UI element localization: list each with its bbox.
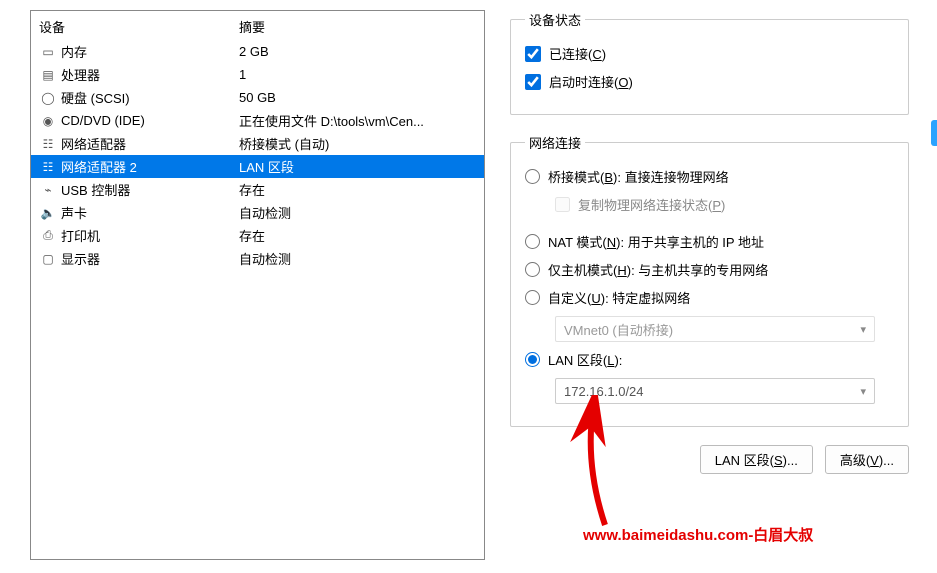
device-summary: LAN 区段 xyxy=(239,157,476,176)
chevron-down-icon: ▾ xyxy=(860,323,866,336)
device-label: 网络适配器 xyxy=(61,134,239,153)
device-summary: 50 GB xyxy=(239,90,476,105)
scrollbar-indicator[interactable] xyxy=(931,120,937,146)
lan-segment-dropdown[interactable]: 172.16.1.0/24 ▾ xyxy=(555,378,875,404)
device-summary: 自动检测 xyxy=(239,249,476,268)
device-label: 显示器 xyxy=(61,249,239,268)
replicate-state-checkbox xyxy=(555,197,570,212)
replicate-state-label: 复制物理网络连接状态(P) xyxy=(578,195,725,214)
memory-icon: ▭ xyxy=(39,45,57,59)
bridged-radio[interactable] xyxy=(525,169,540,184)
device-summary: 2 GB xyxy=(239,44,476,59)
device-row[interactable]: ▤ 处理器1 xyxy=(31,63,484,86)
device-label: 硬盘 (SCSI) xyxy=(61,88,239,107)
device-col-header: 设备 xyxy=(39,17,239,36)
device-row[interactable]: ☷ 网络适配器 2LAN 区段 xyxy=(31,155,484,178)
net-icon: ☷ xyxy=(39,137,57,151)
device-label: CD/DVD (IDE) xyxy=(61,113,239,128)
cd-icon: ◉ xyxy=(39,114,57,128)
lan-segment-label: LAN 区段(L): xyxy=(548,350,622,369)
device-status-legend: 设备状态 xyxy=(525,10,585,29)
device-summary: 正在使用文件 D:\tools\vm\Cen... xyxy=(239,111,476,130)
device-row[interactable]: ▭ 内存2 GB xyxy=(31,40,484,63)
bridged-label: 桥接模式(B): 直接连接物理网络 xyxy=(548,167,729,186)
watermark-text: www.baimeidashu.com-白眉大叔 xyxy=(583,524,813,545)
hostonly-radio[interactable] xyxy=(525,262,540,277)
device-row[interactable]: 🔈 声卡自动检测 xyxy=(31,201,484,224)
custom-radio[interactable] xyxy=(525,290,540,305)
net-icon: ☷ xyxy=(39,160,57,174)
device-label: 内存 xyxy=(61,42,239,61)
printer-icon: ⎙ xyxy=(39,228,57,243)
lan-segments-button[interactable]: LAN 区段(S)... xyxy=(700,445,813,474)
device-label: 网络适配器 2 xyxy=(61,157,239,176)
device-row[interactable]: ◯ 硬盘 (SCSI)50 GB xyxy=(31,86,484,109)
hostonly-label: 仅主机模式(H): 与主机共享的专用网络 xyxy=(548,260,768,279)
advanced-button[interactable]: 高级(V)... xyxy=(825,445,909,474)
connected-checkbox[interactable] xyxy=(525,46,541,62)
device-row[interactable]: ▢ 显示器自动检测 xyxy=(31,247,484,270)
chevron-down-icon: ▾ xyxy=(860,385,866,398)
nat-label: NAT 模式(N): 用于共享主机的 IP 地址 xyxy=(548,232,764,251)
device-list: 设备 摘要 ▭ 内存2 GB ▤ 处理器1 ◯ 硬盘 (SCSI)50 GB ◉ CD/DVD… xyxy=(30,10,485,560)
device-status-group: 设备状态 已连接(C) 启动时连接(O) xyxy=(510,10,909,115)
device-row[interactable]: ⎙ 打印机存在 xyxy=(31,224,484,247)
device-list-header: 设备 摘要 xyxy=(31,11,484,40)
lan-segment-value: 172.16.1.0/24 xyxy=(564,384,644,399)
device-label: 打印机 xyxy=(61,226,239,245)
network-connection-group: 网络连接 桥接模式(B): 直接连接物理网络 复制物理网络连接状态(P) NAT… xyxy=(510,133,909,427)
connect-on-start-checkbox[interactable] xyxy=(525,74,541,90)
connected-label: 已连接(C) xyxy=(549,44,606,63)
summary-col-header: 摘要 xyxy=(239,17,476,36)
nat-radio[interactable] xyxy=(525,234,540,249)
cpu-icon: ▤ xyxy=(39,68,57,82)
custom-label: 自定义(U): 特定虚拟网络 xyxy=(548,288,690,307)
device-row[interactable]: ◉ CD/DVD (IDE)正在使用文件 D:\tools\vm\Cen... xyxy=(31,109,484,132)
disk-icon: ◯ xyxy=(39,91,57,105)
network-connection-legend: 网络连接 xyxy=(525,133,585,152)
device-summary: 自动检测 xyxy=(239,203,476,222)
device-summary: 存在 xyxy=(239,226,476,245)
vmnet-dropdown: VMnet0 (自动桥接) ▾ xyxy=(555,316,875,342)
vmnet-value: VMnet0 (自动桥接) xyxy=(564,320,673,339)
display-icon: ▢ xyxy=(39,252,57,266)
connect-on-start-label: 启动时连接(O) xyxy=(549,72,633,91)
usb-icon: ⌁ xyxy=(39,183,57,197)
device-summary: 桥接模式 (自动) xyxy=(239,134,476,153)
device-summary: 1 xyxy=(239,67,476,82)
device-summary: 存在 xyxy=(239,180,476,199)
sound-icon: 🔈 xyxy=(39,206,57,220)
device-row[interactable]: ⌁ USB 控制器存在 xyxy=(31,178,484,201)
lan-segment-radio[interactable] xyxy=(525,352,540,367)
device-label: 声卡 xyxy=(61,203,239,222)
device-row[interactable]: ☷ 网络适配器桥接模式 (自动) xyxy=(31,132,484,155)
device-label: USB 控制器 xyxy=(61,180,239,199)
device-label: 处理器 xyxy=(61,65,239,84)
